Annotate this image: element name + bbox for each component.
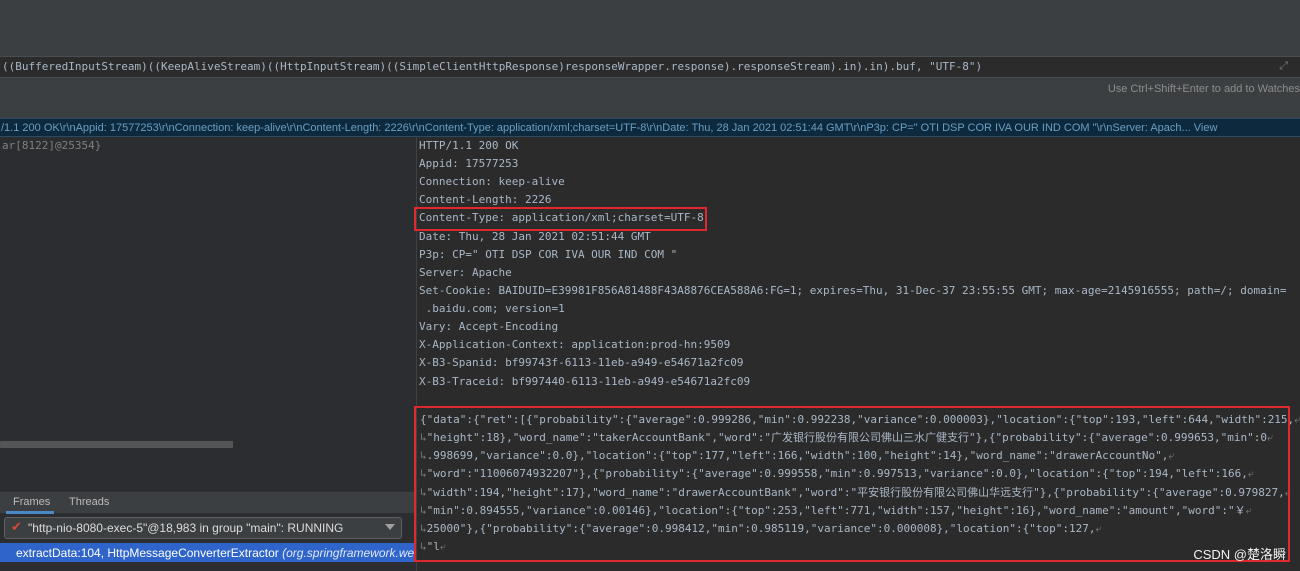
header-line: X-B3-Spanid: bf99743f-6113-11eb-a949-e54… xyxy=(419,356,744,369)
header-line: Vary: Accept-Encoding xyxy=(419,320,559,333)
frame-label: extractData:104, HttpMessageConverterExt… xyxy=(16,546,416,560)
thread-select[interactable]: ✔ "http-nio-8080-exec-5"@18,983 in group… xyxy=(4,517,402,539)
header-line: Server: Apache xyxy=(419,266,512,279)
header-line: Date: Thu, 28 Jan 2021 02:51:44 GMT xyxy=(419,230,651,243)
frame-list-item[interactable] xyxy=(0,563,416,571)
thread-select-value: "http-nio-8080-exec-5"@18,983 in group "… xyxy=(28,521,344,535)
highlight-content-type xyxy=(414,207,707,231)
toolbar-area xyxy=(0,0,1300,56)
tab-threads[interactable]: Threads xyxy=(69,496,109,508)
tab-frames[interactable]: Frames xyxy=(13,496,50,508)
header-line: HTTP/1.1 200 OK xyxy=(419,139,519,152)
header-line: .baidu.com; version=1 xyxy=(419,302,565,315)
highlight-response-body xyxy=(414,406,1290,562)
soft-wrap-icon: ⤶ xyxy=(1294,413,1300,426)
variable-id: ar[8122]@25354} xyxy=(2,139,102,152)
header-line: Content-Length: 2226 xyxy=(419,193,552,206)
header-line: X-Application-Context: application:prod-… xyxy=(419,338,731,351)
chevron-down-icon[interactable] xyxy=(385,524,395,530)
header-line: Appid: 17577253 xyxy=(419,157,519,170)
check-icon: ✔ xyxy=(11,519,22,534)
frames-threads-tabs: Frames Threads xyxy=(0,491,416,514)
header-line: Connection: keep-alive xyxy=(419,175,565,188)
frame-method: extractData:104, HttpMessageConverterExt… xyxy=(16,546,283,560)
header-line: X-B3-Traceid: bf997440-6113-11eb-a949-e5… xyxy=(419,375,751,388)
expand-icon[interactable]: ⤢ xyxy=(1279,60,1288,73)
hint-bar xyxy=(0,78,1300,118)
header-line: Set-Cookie: BAIDUID=E39981F856A81488F43A… xyxy=(419,284,1287,297)
expression-text[interactable]: ((BufferedInputStream)((KeepAliveStream)… xyxy=(2,60,982,74)
header-line: P3p: CP=" OTI DSP COR IVA OUR IND COM " xyxy=(419,248,678,261)
frame-package: (org.springframework.web xyxy=(282,546,416,560)
frame-list-item-selected[interactable]: extractData:104, HttpMessageConverterExt… xyxy=(0,543,416,562)
expression-input[interactable]: ((BufferedInputStream)((KeepAliveStream)… xyxy=(0,56,1300,78)
tab-frames-underline xyxy=(6,511,54,514)
horizontal-scrollbar[interactable] xyxy=(0,441,233,448)
result-value-bar[interactable]: /1.1 200 OK\r\nAppid: 17577253\r\nConnec… xyxy=(0,118,1300,137)
watches-hint: Use Ctrl+Shift+Enter to add to Watches xyxy=(1107,83,1300,95)
watermark: CSDN @楚洛瞬 xyxy=(1193,547,1286,562)
result-value-text: /1.1 200 OK\r\nAppid: 17577253\r\nConnec… xyxy=(1,122,1218,134)
